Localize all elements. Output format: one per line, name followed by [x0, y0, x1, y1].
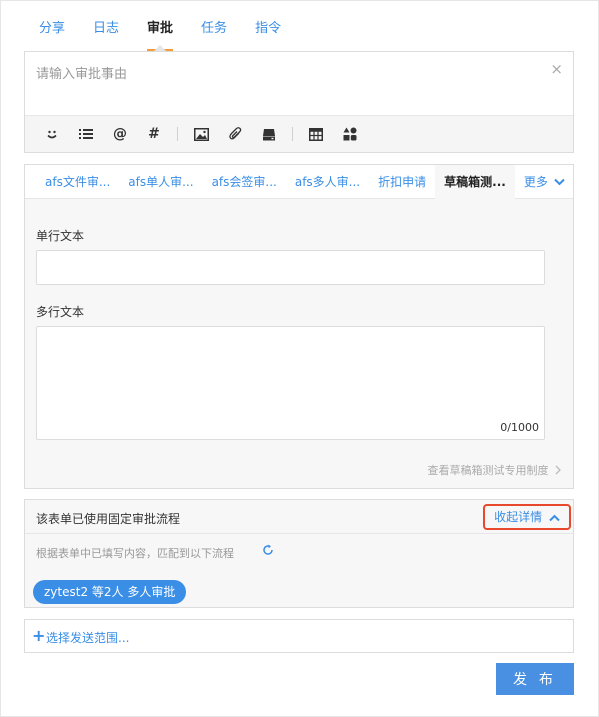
approval-reason-input[interactable] — [25, 52, 573, 116]
tab-afs-file-approval[interactable]: afs文件审... — [25, 165, 119, 199]
single-line-label: 单行文本 — [36, 229, 85, 243]
compose-box: × @ # — [24, 51, 574, 153]
chevron-down-icon — [553, 165, 565, 199]
collapse-details-button[interactable]: 收起详情 — [483, 504, 571, 530]
approval-flow-panel: 该表单已使用固定审批流程 收起详情 根据表单中已填写内容，匹配到以下流程 zyt… — [24, 499, 574, 608]
top-tab-bar: 分享 日志 审批 任务 指令 — [25, 1, 295, 51]
apps-icon[interactable] — [339, 123, 361, 145]
view-policy-link[interactable]: 查看草稿箱测试专用制度 — [428, 462, 562, 478]
tab-afs-single-approval[interactable]: afs单人审... — [119, 165, 202, 199]
tab-task[interactable]: 任务 — [187, 1, 241, 51]
hashtag-icon[interactable]: # — [143, 123, 165, 145]
send-scope-label: 选择发送范围... — [46, 631, 130, 645]
policy-link-text: 查看草稿箱测试专用制度 — [427, 464, 549, 477]
drive-icon[interactable] — [258, 123, 280, 145]
tab-share[interactable]: 分享 — [25, 1, 79, 51]
close-icon[interactable]: × — [550, 60, 563, 78]
attachment-icon[interactable] — [224, 123, 246, 145]
editor-toolbar: @ # — [25, 115, 573, 152]
image-icon[interactable] — [190, 123, 212, 145]
toolbar-divider — [292, 127, 293, 141]
refresh-icon[interactable] — [262, 544, 274, 559]
toolbar-divider — [177, 127, 178, 141]
plus-icon: + — [32, 626, 46, 645]
approval-form-panel: afs文件审... afs单人审... afs会签审... afs多人审... … — [24, 164, 574, 489]
template-tab-bar: afs文件审... afs单人审... afs会签审... afs多人审... … — [25, 164, 574, 199]
flow-title: 该表单已使用固定审批流程 — [36, 512, 181, 526]
chevron-right-icon — [555, 465, 561, 478]
tab-draft-test[interactable]: 草稿箱测... — [435, 164, 515, 199]
emoji-icon[interactable] — [41, 123, 63, 145]
char-counter: 0/1000 — [500, 421, 539, 434]
collapse-label: 收起详情 — [494, 510, 543, 524]
flow-match-note: 根据表单中已填写内容，匹配到以下流程 — [36, 547, 234, 560]
tab-instruction[interactable]: 指令 — [241, 1, 295, 51]
tab-approval[interactable]: 审批 — [133, 1, 187, 51]
chevron-up-icon — [549, 507, 560, 529]
more-label: 更多 — [523, 174, 548, 189]
publish-button[interactable]: 发 布 — [496, 663, 574, 695]
multi-line-text-input[interactable]: 0/1000 — [36, 326, 545, 440]
flow-header: 该表单已使用固定审批流程 收起详情 — [25, 500, 573, 534]
mention-icon[interactable]: @ — [109, 123, 131, 145]
list-icon[interactable] — [75, 123, 97, 145]
more-templates-button[interactable]: 更多 — [515, 165, 574, 199]
table-icon[interactable] — [305, 123, 327, 145]
tab-afs-multi-approval[interactable]: afs多人审... — [286, 165, 369, 199]
multi-line-label: 多行文本 — [36, 305, 85, 319]
send-scope-selector[interactable]: + 选择发送范围... — [24, 619, 574, 653]
tab-log[interactable]: 日志 — [79, 1, 133, 51]
tab-afs-countersign-approval[interactable]: afs会签审... — [203, 165, 286, 199]
tab-discount-request[interactable]: 折扣申请 — [369, 165, 435, 199]
approval-flow-chip[interactable]: zytest2 等2人 多人审批 — [33, 580, 187, 604]
single-line-text-input[interactable] — [36, 250, 545, 285]
